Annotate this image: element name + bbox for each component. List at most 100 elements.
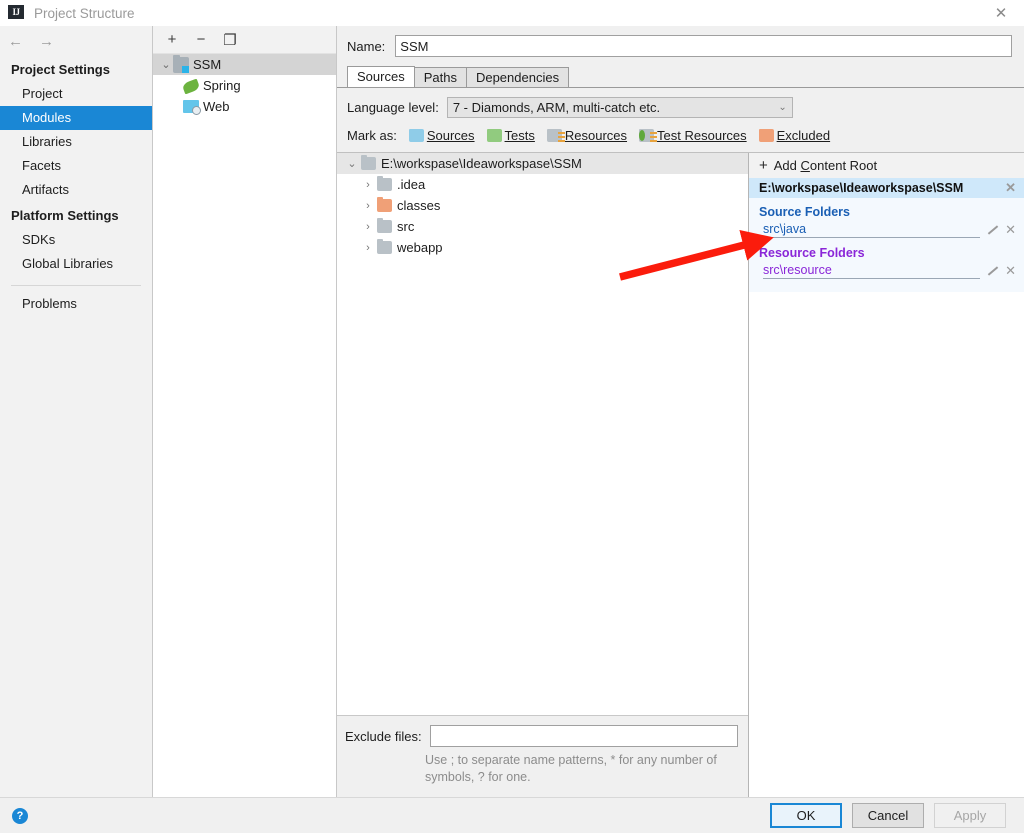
chevron-right-icon[interactable]: › [359,179,377,191]
mark-as-sources-button[interactable]: Sources [408,128,475,143]
file-tree-row-label: E:\workspase\Ideaworkspase\SSM [381,156,582,171]
apply-button[interactable]: Apply [934,803,1006,828]
mark-as-resources-button[interactable]: Resources [546,128,628,143]
language-level-select[interactable]: 7 - Diamonds, ARM, multi-catch etc. ⌄ [446,97,793,118]
module-folder-icon [173,54,189,73]
source-folder-path[interactable]: src\java [763,222,981,238]
module-tree-item-label: SSM [193,57,222,72]
pencil-icon[interactable] [986,265,999,278]
file-tree-row-label: webapp [397,240,443,255]
module-tree-item-label: Spring [203,78,241,93]
file-tree-row-label: src [397,219,415,234]
chevron-right-icon[interactable]: › [359,200,377,212]
settings-sidebar: ← → Project Settings Project Modules Lib… [0,26,153,798]
module-tabs: Sources Paths Dependencies [337,66,1024,88]
sidebar-item-global-libraries[interactable]: Global Libraries [0,252,152,276]
chevron-down-icon[interactable]: ⌄ [159,58,173,71]
sidebar-item-problems[interactable]: Problems [0,292,152,316]
content-root-path: E:\workspase\Ideaworkspase\SSM [759,181,964,195]
chevron-right-icon[interactable]: › [359,242,377,254]
add-content-root-button[interactable]: + Add Content Root [749,153,1024,178]
dialog-buttons: OK Cancel Apply [770,803,1006,828]
sidebar-item-libraries[interactable]: Libraries [0,130,152,154]
exclude-files-input[interactable] [429,725,738,747]
exclude-files-hint: Use ; to separate name patterns, * for a… [425,753,717,784]
forward-arrow-icon[interactable]: → [39,33,54,50]
file-tree-row-webapp[interactable]: › webapp [337,237,748,258]
dialog-footer: ? OK Cancel Apply [0,797,1024,833]
module-tree-item-ssm[interactable]: ⌄ SSM [153,54,336,75]
tab-paths[interactable]: Paths [413,67,467,87]
add-content-root-label: Add Content Root [773,158,878,173]
tab-dependencies[interactable]: Dependencies [465,67,570,87]
mark-as-resources-label: Resources [564,128,628,143]
chevron-right-icon[interactable]: › [359,221,377,233]
module-tree-item-web[interactable]: Web [153,96,336,117]
copy-module-button[interactable]: ❐ [221,31,239,49]
spring-facet-icon [181,78,201,95]
excluded-folder-icon [758,129,774,142]
sidebar-item-project[interactable]: Project [0,82,152,106]
mark-as-tests-button[interactable]: Tests [486,128,535,143]
folder-icon [377,218,392,233]
mark-as-excluded-label: Excluded [776,128,831,143]
pencil-icon[interactable] [986,224,999,237]
chevron-down-icon: ⌄ [778,102,787,113]
language-level-row: Language level: 7 - Diamonds, ARM, multi… [337,88,1024,118]
delete-source-folder-icon[interactable]: ✕ [1005,222,1016,238]
project-settings-group-title: Project Settings [11,62,110,77]
mark-as-label: Mark as: [347,128,397,143]
help-icon[interactable]: ? [12,807,28,824]
module-name-row: Name: [337,26,1024,66]
sources-folder-icon [408,129,424,142]
tests-folder-icon [486,129,502,142]
resource-folders-title: Resource Folders [759,246,865,260]
sidebar-nav-arrows: ← → [0,26,152,56]
resource-folder-path[interactable]: src\resource [763,263,981,279]
source-folders-title: Source Folders [759,205,850,219]
mark-as-excluded-button[interactable]: Excluded [758,128,831,143]
sidebar-item-artifacts[interactable]: Artifacts [0,178,152,202]
remove-module-button[interactable]: − [192,31,210,49]
folder-icon [361,155,376,170]
file-tree-row-idea[interactable]: › .idea [337,174,748,195]
sidebar-divider [11,285,141,286]
back-arrow-icon[interactable]: ← [8,33,23,50]
exclude-files-area: Exclude files: Use ; to separate name pa… [337,715,748,798]
intellij-logo-icon: IJ [8,5,24,21]
excluded-folder-icon [377,197,392,212]
plus-icon: + [759,157,768,174]
content-file-tree-scroll[interactable]: ⌄ E:\workspase\Ideaworkspase\SSM › .idea… [337,153,748,715]
content-root-block: E:\workspase\Ideaworkspase\SSM ✕ Source … [749,178,1024,292]
name-label: Name: [347,38,386,54]
mark-as-test-resources-button[interactable]: Test Resources [639,128,747,143]
chevron-down-icon[interactable]: ⌄ [343,157,361,170]
add-module-button[interactable]: + [163,31,181,49]
resource-folder-row[interactable]: src\resource ✕ [749,262,1024,280]
sidebar-item-sdks[interactable]: SDKs [0,228,152,252]
sidebar-item-facets[interactable]: Facets [0,154,152,178]
window-title: Project Structure [34,5,135,21]
tab-sources[interactable]: Sources [347,66,415,87]
exclude-files-row: Exclude files: [337,725,738,747]
file-tree-row-root[interactable]: ⌄ E:\workspase\Ideaworkspase\SSM [337,153,748,174]
ok-button[interactable]: OK [770,803,842,828]
remove-content-root-icon[interactable]: ✕ [1005,180,1016,196]
file-tree-row-label: classes [397,198,441,213]
module-name-input[interactable] [395,35,1012,57]
modules-tree-panel: + − ❐ ⌄ SSM Spring Web [153,26,337,798]
file-tree-row-classes[interactable]: › classes [337,195,748,216]
module-editor-panel: Name: Sources Paths Dependencies Languag… [337,26,1024,798]
modules-toolbar: + − ❐ [153,26,336,54]
module-tree-item-spring[interactable]: Spring [153,75,336,96]
content-file-tree: ⌄ E:\workspase\Ideaworkspase\SSM › .idea… [337,153,749,798]
close-icon[interactable]: ✕ [978,0,1024,26]
delete-resource-folder-icon[interactable]: ✕ [1005,263,1016,279]
window-title-bar: IJ Project Structure ✕ [0,0,1024,27]
file-tree-row-src[interactable]: › src [337,216,748,237]
source-folder-row[interactable]: src\java ✕ [749,221,1024,239]
content-root-header[interactable]: E:\workspase\Ideaworkspase\SSM ✕ [749,178,1024,198]
cancel-button[interactable]: Cancel [852,803,924,828]
mark-as-test-resources-label: Test Resources [657,128,747,143]
sidebar-item-modules[interactable]: Modules [0,106,152,130]
